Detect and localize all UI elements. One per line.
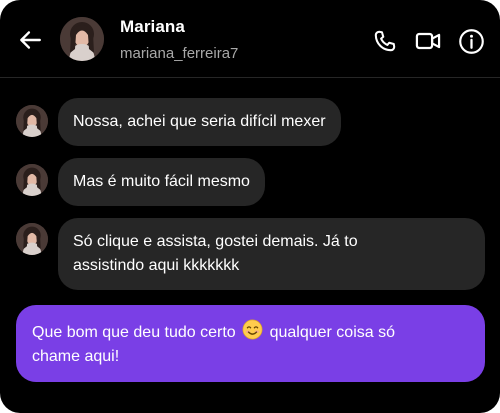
phone-icon: [374, 30, 396, 52]
info-icon: [458, 28, 484, 54]
message-text-line: chame aqui!: [32, 348, 120, 365]
contact-name[interactable]: Mariana: [120, 17, 185, 37]
chat-header: Mariana mariana_ferreira7: [0, 0, 500, 78]
outgoing-message-bubble[interactable]: Que bom que deu tudo certo qualquer cois…: [16, 305, 485, 382]
back-arrow-icon: [20, 31, 41, 49]
message-bubble[interactable]: Mas é muito fácil mesmo: [58, 158, 265, 206]
smiling-face-emoji: [242, 319, 263, 340]
message-bubble[interactable]: Nossa, achei que seria difícil mexer: [58, 98, 341, 146]
call-button[interactable]: [370, 26, 400, 56]
message-text: qualquer coisa só: [265, 324, 395, 341]
message-text-line: Que bom que deu tudo certo qualquer cois…: [32, 319, 469, 345]
message-bubble[interactable]: Só clique e assista, gostei demais. Já t…: [58, 218, 485, 290]
video-camera-icon: [415, 32, 441, 50]
contact-handle[interactable]: mariana_ferreira7: [120, 45, 238, 62]
sender-avatar[interactable]: [16, 223, 48, 255]
message-text: Mas é muito fácil mesmo: [73, 173, 250, 190]
back-button[interactable]: [14, 24, 46, 56]
message-text-line: Só clique e assista, gostei demais. Já t…: [73, 233, 358, 250]
message-text: Que bom que deu tudo certo: [32, 324, 241, 341]
chat-window: Mariana mariana_ferreira7 Nossa, achei q…: [0, 0, 500, 413]
message-text: Nossa, achei que seria difícil mexer: [73, 113, 326, 130]
avatar-photo: [16, 223, 48, 255]
avatar-photo: [16, 164, 48, 196]
message-text-line: assistindo aqui kkkkkkk: [73, 257, 240, 274]
sender-avatar[interactable]: [16, 164, 48, 196]
contact-avatar[interactable]: [60, 17, 104, 61]
info-button[interactable]: [456, 26, 486, 56]
avatar-photo: [16, 105, 48, 137]
avatar-photo: [60, 17, 104, 61]
sender-avatar[interactable]: [16, 105, 48, 137]
video-call-button[interactable]: [413, 26, 443, 56]
